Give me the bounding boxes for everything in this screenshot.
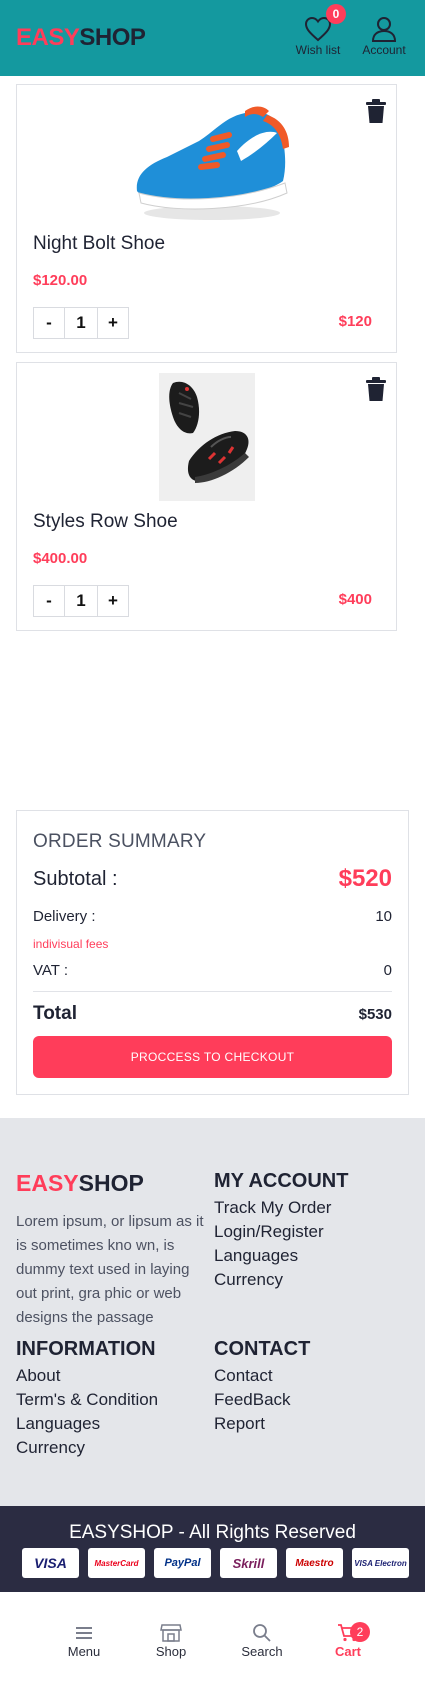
nav-shop-label: Shop (155, 1644, 187, 1659)
footer-link-contact[interactable]: Contact (214, 1364, 291, 1388)
subtotal-label: Subtotal : (33, 867, 118, 890)
total-label: Total (33, 1003, 77, 1024)
delivery-value: 10 (375, 908, 392, 925)
contact-links: Contact FeedBack Report (214, 1364, 291, 1436)
logo[interactable]: EASYSHOP (16, 24, 146, 52)
footer-link-terms[interactable]: Term's & Condition (16, 1388, 158, 1412)
logo-easy: EASY (16, 24, 80, 51)
information-heading: INFORMATION (16, 1338, 156, 1360)
delete-item-button[interactable] (366, 377, 386, 407)
logo-shop: SHOP (79, 24, 146, 51)
quantity-stepper: - 1 + (33, 585, 129, 617)
my-account-heading: MY ACCOUNT (214, 1170, 349, 1192)
footer-description: Lorem ipsum, or lipsum as it is sometime… (16, 1213, 204, 1326)
increase-quantity-button[interactable]: + (97, 585, 129, 617)
footer-logo[interactable]: EASYSHOP (16, 1170, 144, 1197)
cart-item: Night Bolt Shoe $120.00 - 1 + $120 (16, 84, 397, 353)
vat-row: VAT : 0 (33, 962, 392, 979)
footer-link-about[interactable]: About (16, 1364, 158, 1388)
line-total: $120 (338, 313, 372, 330)
skrill-icon: Skrill (220, 1548, 277, 1578)
total-row: Total $530 (33, 1003, 392, 1025)
nav-search-label: Search (241, 1644, 283, 1659)
subtotal-row: Subtotal : $520 (33, 865, 392, 893)
account-label: Account (362, 43, 406, 57)
visa-card-icon: VISA (22, 1548, 79, 1578)
order-summary: ORDER SUMMARY Subtotal : $520 Delivery :… (16, 810, 409, 1095)
nav-menu-label: Menu (67, 1644, 101, 1659)
wishlist-label: Wish list (295, 43, 341, 57)
footer: EASYSHOP Lorem ipsum, or lipsum as it is… (0, 1118, 425, 1506)
user-icon (371, 17, 397, 42)
copyright-bar: EASYSHOP - All Rights Reserved VISA Mast… (0, 1506, 425, 1592)
information-links: About Term's & Condition Languages Curre… (16, 1364, 158, 1460)
quantity-stepper: - 1 + (33, 307, 129, 339)
maestro-icon: Maestro (286, 1548, 343, 1578)
footer-link-track-order[interactable]: Track My Order (214, 1196, 331, 1220)
decrease-quantity-button[interactable]: - (33, 307, 65, 339)
footer-link-currency[interactable]: Currency (16, 1436, 158, 1460)
footer-link-languages[interactable]: Languages (214, 1244, 331, 1268)
product-image[interactable] (158, 373, 255, 506)
quantity-value[interactable]: 1 (65, 307, 97, 339)
footer-link-feedback[interactable]: FeedBack (214, 1388, 291, 1412)
footer-logo-shop: SHOP (78, 1170, 144, 1196)
footer-link-login-register[interactable]: Login/Register (214, 1220, 331, 1244)
checkout-button[interactable]: PROCCESS TO CHECKOUT (33, 1036, 392, 1078)
product-name[interactable]: Night Bolt Shoe (33, 233, 165, 255)
vat-value: 0 (383, 962, 392, 979)
nav-menu[interactable]: Menu (49, 1624, 119, 1659)
store-icon (160, 1624, 182, 1642)
delivery-label: Delivery : (33, 908, 96, 925)
total-value: $530 (358, 1005, 392, 1023)
payment-methods: VISA MasterCard PayPal Skrill Maestro VI… (22, 1548, 409, 1578)
fees-note: indivisual fees (33, 937, 109, 951)
cart-count-badge: 2 (350, 1622, 370, 1642)
my-account-links: Track My Order Login/Register Languages … (214, 1196, 331, 1292)
trash-icon (366, 99, 386, 123)
black-shoes-image (158, 373, 255, 501)
product-price: $400.00 (33, 550, 88, 567)
trash-icon (366, 377, 386, 401)
running-shoe-image (136, 106, 289, 220)
product-name[interactable]: Styles Row Shoe (33, 511, 178, 533)
delivery-row: Delivery : 10 (33, 908, 392, 925)
search-icon (253, 1624, 271, 1642)
paypal-icon: PayPal (154, 1548, 211, 1578)
nav-shop[interactable]: Shop (136, 1624, 206, 1659)
order-summary-title: ORDER SUMMARY (33, 831, 207, 852)
top-header: EASYSHOP Wish list 0 Account (0, 0, 425, 76)
vat-label: VAT : (33, 962, 69, 979)
product-price: $120.00 (33, 272, 88, 289)
nav-cart-label: Cart (334, 1644, 361, 1659)
bottom-navigation: Menu Shop Search Cart (0, 1592, 425, 1696)
footer-link-report[interactable]: Report (214, 1412, 291, 1436)
product-image[interactable] (117, 95, 297, 228)
footer-link-currency[interactable]: Currency (214, 1268, 331, 1292)
subtotal-value: $520 (338, 865, 392, 892)
nav-cart[interactable]: Cart (313, 1624, 383, 1659)
copyright-text: EASYSHOP - All Rights Reserved (69, 1522, 356, 1543)
cart-item: Styles Row Shoe $400.00 - 1 + $400 (16, 362, 397, 631)
decrease-quantity-button[interactable]: - (33, 585, 65, 617)
account-button[interactable]: Account (356, 16, 412, 57)
visa-electron-icon: VISA Electron (352, 1548, 409, 1578)
contact-heading: CONTACT (214, 1338, 311, 1360)
divider (33, 991, 392, 992)
nav-search[interactable]: Search (227, 1624, 297, 1659)
quantity-value[interactable]: 1 (65, 585, 97, 617)
line-total: $400 (338, 591, 372, 608)
wishlist-count-badge: 0 (326, 4, 346, 24)
footer-link-languages[interactable]: Languages (16, 1412, 158, 1436)
footer-logo-easy: EASY (16, 1170, 79, 1196)
delete-item-button[interactable] (366, 99, 386, 129)
mastercard-icon: MasterCard (88, 1548, 145, 1578)
increase-quantity-button[interactable]: + (97, 307, 129, 339)
menu-icon (76, 1627, 92, 1639)
